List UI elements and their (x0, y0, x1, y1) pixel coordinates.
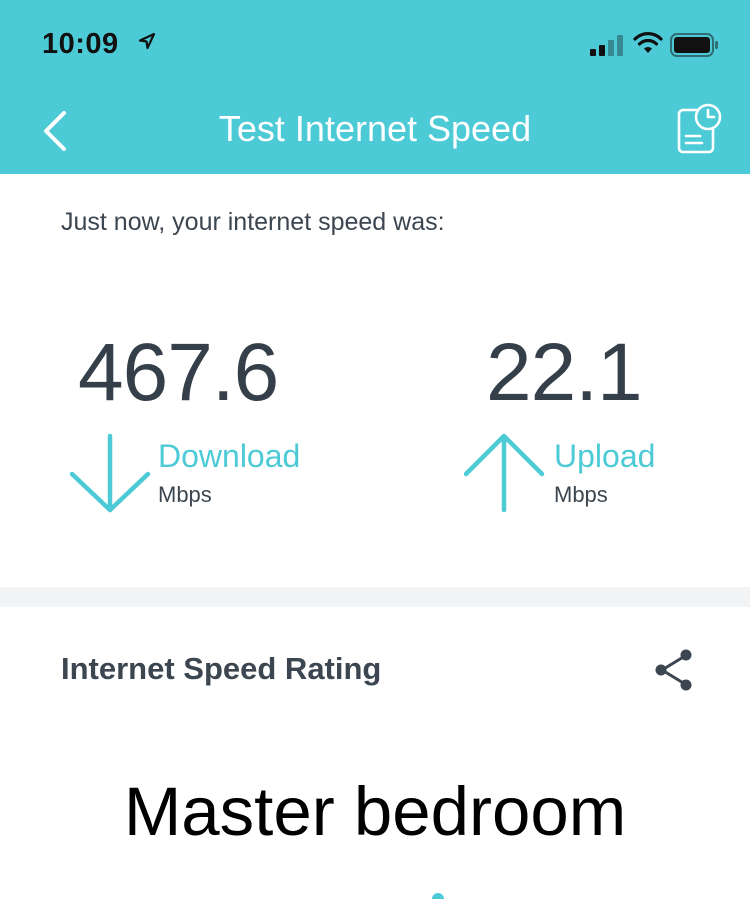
download-speed-value: 467.6 (78, 327, 279, 418)
app-header: 10:09 Test Internet Speed (0, 0, 750, 174)
history-report-icon (677, 103, 722, 154)
share-button[interactable] (652, 646, 696, 694)
arrow-down-icon (69, 433, 151, 513)
download-unit: Mbps (158, 482, 212, 507)
download-label: Download (158, 438, 301, 474)
share-icon (655, 649, 692, 691)
location-arrow-icon (138, 32, 156, 50)
upload-speed-value: 22.1 (486, 327, 643, 418)
status-bar-time: 10:09 (42, 28, 156, 61)
cellular-signal-icon (590, 35, 623, 56)
section-divider (0, 587, 750, 607)
page-title: Test Internet Speed (218, 108, 532, 149)
status-time-text: 10:09 (42, 28, 119, 60)
upload-label: Upload (554, 438, 656, 474)
battery-icon (670, 33, 718, 57)
rating-section-title: Internet Speed Rating (61, 651, 382, 686)
arrow-up-icon (464, 433, 545, 513)
room-name: Master bedroom (123, 773, 627, 850)
speed-caption: Just now, your internet speed was: (61, 208, 445, 236)
wifi-icon (633, 32, 663, 53)
upload-unit: Mbps (554, 482, 608, 507)
history-button[interactable] (672, 100, 724, 156)
rating-indicator (432, 893, 444, 899)
